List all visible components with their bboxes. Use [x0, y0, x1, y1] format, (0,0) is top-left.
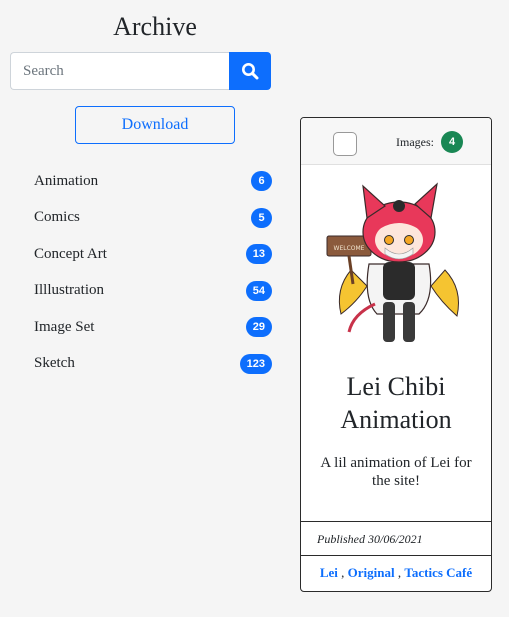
category-count-badge: 123 [239, 353, 272, 374]
card-header: Images: 4 [301, 118, 491, 165]
category-item-illustration[interactable]: Illlustration 54 [34, 273, 272, 310]
category-item-comics[interactable]: Comics 5 [34, 200, 272, 237]
images-count-badge: 4 [441, 131, 463, 153]
category-item-image-set[interactable]: Image Set 29 [34, 309, 272, 346]
category-count-badge: 29 [245, 317, 272, 338]
tag-link-lei[interactable]: Lei [320, 565, 338, 580]
category-label: Illlustration [34, 282, 104, 299]
category-label: Concept Art [34, 245, 107, 262]
images-label: Images: [396, 135, 434, 149]
category-label: Sketch [34, 355, 75, 372]
gallery-card: Images: 4 WELCOME Lei Chibi Animation A … [300, 117, 492, 592]
page-title: Archive [113, 12, 197, 41]
category-count-badge: 6 [251, 171, 272, 192]
search-group [10, 52, 271, 90]
category-label: Animation [34, 172, 99, 189]
category-count-badge: 5 [251, 207, 272, 228]
search-button[interactable] [229, 52, 271, 90]
category-item-concept-art[interactable]: Concept Art 13 [34, 236, 272, 273]
category-list: Animation 6 Comics 5 Concept Art 13 Illl… [34, 163, 272, 382]
tag-separator: , [397, 565, 402, 580]
published-date: Published 30/06/2021 [301, 521, 491, 556]
category-label: Comics [34, 209, 80, 226]
category-count-badge: 54 [245, 280, 272, 301]
sign-text: WELCOME [334, 245, 365, 252]
category-count-badge: 13 [245, 244, 272, 265]
download-button[interactable]: Download [75, 106, 235, 144]
tag-link-original[interactable]: Original [348, 565, 395, 580]
card-title: Lei Chibi Animation [340, 372, 452, 434]
category-label: Image Set [34, 318, 95, 335]
tag-link-tactics-cafe[interactable]: Tactics Café [404, 565, 472, 580]
search-icon [242, 63, 259, 80]
card-tags: Lei , Original , Tactics Café [301, 565, 491, 581]
select-checkbox[interactable] [333, 132, 357, 156]
category-item-sketch[interactable]: Sketch 123 [34, 346, 272, 383]
category-item-animation[interactable]: Animation 6 [34, 163, 272, 200]
search-input[interactable] [10, 52, 229, 90]
tag-separator: , [341, 565, 345, 580]
card-description: A lil animation of Lei for the site! [320, 455, 472, 489]
card-thumbnail[interactable]: WELCOME [323, 174, 473, 354]
